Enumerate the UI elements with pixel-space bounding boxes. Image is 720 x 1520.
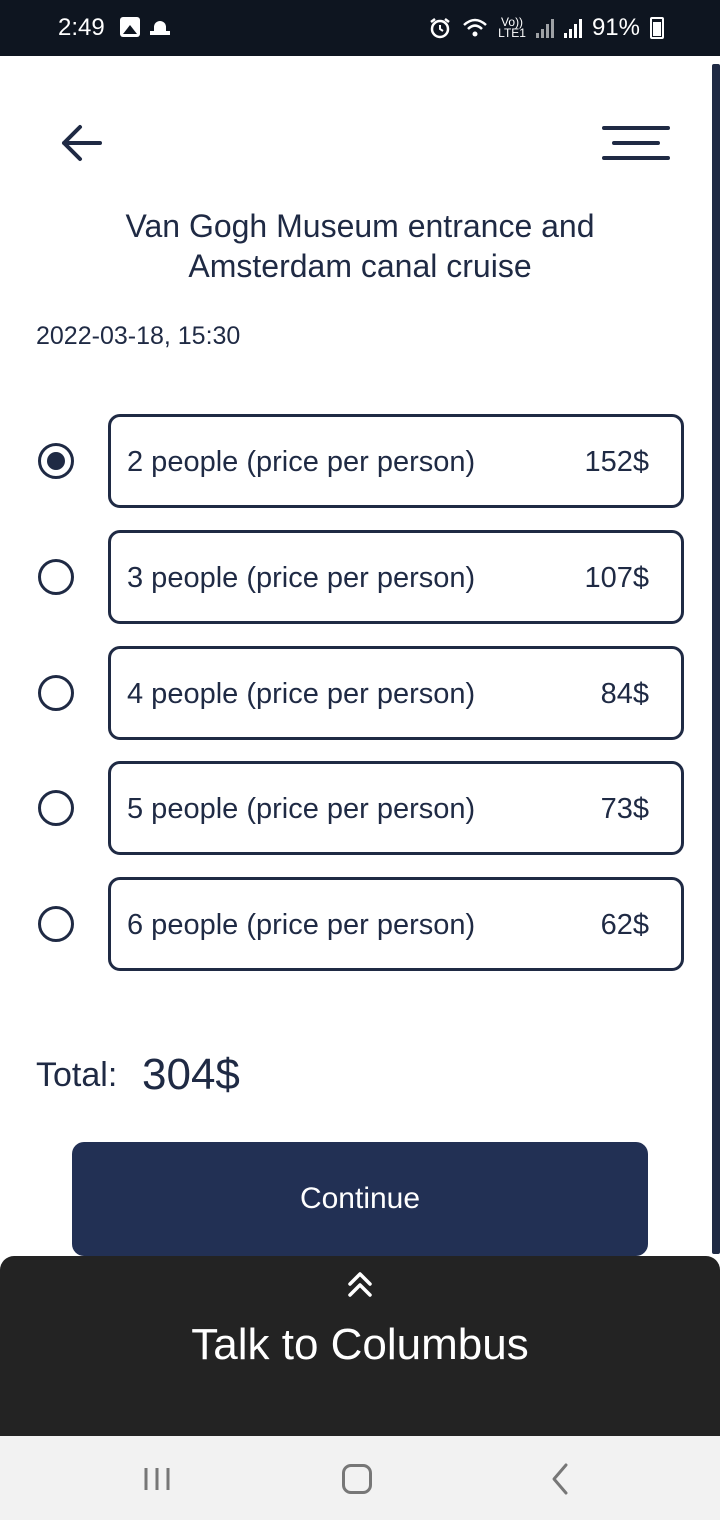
option-6-people[interactable]: 6 people (price per person) 62$ xyxy=(108,877,684,971)
home-icon[interactable] xyxy=(342,1464,372,1494)
option-label: 5 people (price per person) xyxy=(127,793,476,825)
battery-icon xyxy=(650,17,664,39)
option-price: 73$ xyxy=(600,793,649,825)
option-label: 2 people (price per person) xyxy=(127,446,476,478)
recent-apps-icon[interactable] xyxy=(142,1466,172,1492)
radio-3-people[interactable] xyxy=(38,559,74,595)
wifi-icon xyxy=(463,18,487,37)
radio-5-people[interactable] xyxy=(38,790,74,826)
menu-icon xyxy=(602,126,670,160)
page-title: Van Gogh Museum entrance and Amsterdam c… xyxy=(125,208,595,284)
alarm-icon xyxy=(430,18,450,39)
talk-to-columbus-sheet[interactable]: Talk to Columbus xyxy=(0,1256,720,1436)
option-row-3-people: 3 people (price per person) 107$ xyxy=(0,530,720,624)
option-price: 107$ xyxy=(584,562,649,594)
total-label: Total: xyxy=(36,1056,118,1094)
option-row-2-people: 2 people (price per person) 152$ xyxy=(0,414,720,508)
status-left-icons xyxy=(120,17,170,37)
continue-label: Continue xyxy=(299,1182,421,1215)
system-nav-bar xyxy=(0,1436,720,1520)
signal-icon-2 xyxy=(563,18,582,38)
option-label: 3 people (price per person) xyxy=(127,562,476,594)
option-3-people[interactable]: 3 people (price per person) 107$ xyxy=(108,530,684,624)
option-4-people[interactable]: 4 people (price per person) 84$ xyxy=(108,646,684,740)
menu-button[interactable] xyxy=(600,122,672,166)
option-5-people[interactable]: 5 people (price per person) 73$ xyxy=(108,761,684,855)
option-row-6-people: 6 people (price per person) 62$ xyxy=(0,877,720,971)
option-price: 152$ xyxy=(584,446,649,478)
radio-2-people[interactable] xyxy=(38,443,74,479)
option-2-people[interactable]: 2 people (price per person) 152$ xyxy=(108,414,684,508)
tour-datetime: 2022-03-18, 15:30 xyxy=(36,322,241,350)
option-row-4-people: 4 people (price per person) 84$ xyxy=(0,646,720,740)
status-bar: 2:49 Vo)) LTE1 91% xyxy=(0,0,720,56)
mosque-icon xyxy=(150,17,170,37)
status-right-icons: Vo)) LTE1 91% xyxy=(428,14,664,42)
signal-icon xyxy=(535,18,554,38)
status-time: 2:49 xyxy=(58,14,105,41)
back-button[interactable] xyxy=(56,118,112,168)
option-price: 84$ xyxy=(600,678,649,710)
sheet-title: Talk to Columbus xyxy=(191,1320,529,1369)
lte-indicator: Vo)) LTE1 xyxy=(498,16,526,40)
arrow-left-icon xyxy=(62,125,102,161)
option-label: 6 people (price per person) xyxy=(127,909,476,941)
nav-back-icon[interactable] xyxy=(546,1462,576,1496)
option-row-5-people: 5 people (price per person) 73$ xyxy=(0,761,720,855)
continue-button[interactable]: Continue xyxy=(72,1142,648,1256)
double-chevron-up-icon[interactable] xyxy=(346,1270,374,1298)
option-price: 62$ xyxy=(600,909,649,941)
lte-label: LTE1 xyxy=(498,26,526,40)
battery-percent: 91% xyxy=(591,14,640,41)
total-value: 304$ xyxy=(142,1050,240,1099)
image-icon xyxy=(120,17,140,37)
radio-6-people[interactable] xyxy=(38,906,74,942)
radio-4-people[interactable] xyxy=(38,675,74,711)
option-label: 4 people (price per person) xyxy=(127,678,476,710)
